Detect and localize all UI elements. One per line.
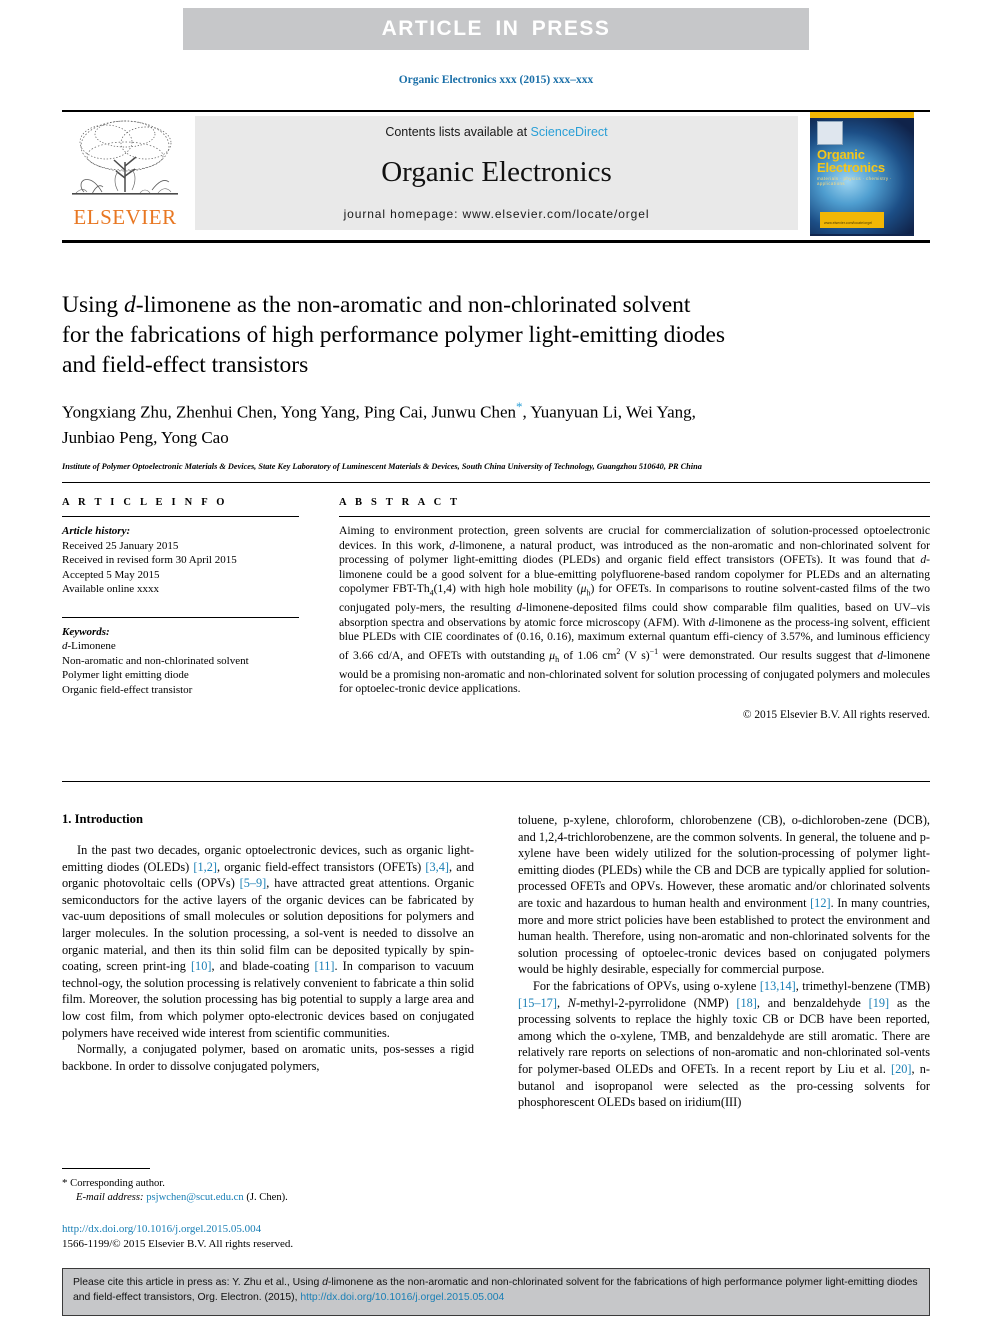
cover-publisher-mark-icon [817, 121, 843, 145]
citation-ref[interactable]: [10] [191, 959, 212, 973]
article-info-heading: A R T I C L E I N F O [62, 497, 228, 508]
article-in-press-label: ARTICLE IN PRESS [381, 17, 611, 40]
intro-paragraph-2: Normally, a conjugated polymer, based on… [62, 1042, 474, 1073]
cover-bottom-box [820, 212, 884, 228]
contents-prefix-text: Contents lists available at [385, 125, 531, 139]
author-affiliation: Institute of Polymer Optoelectronic Mate… [62, 461, 702, 471]
cover-title-line2: Electronics [817, 160, 885, 175]
citation-ref[interactable]: [13,14] [760, 979, 796, 993]
keywords-block: Keywords: d-Limonene Non-aromatic and no… [62, 616, 317, 698]
citation-ref[interactable]: [3,4] [425, 860, 449, 874]
article-info-column: A R T I C L E I N F O Article history: R… [62, 497, 317, 721]
body-two-column-layout: 1. Introduction In the past two decades,… [62, 812, 930, 1111]
abstract-heading: A B S T R A C T [339, 497, 461, 508]
title-line2: for the fabrications of high performance… [62, 322, 726, 348]
abstract-column: A B S T R A C T Aiming to environment pr… [339, 497, 930, 721]
body-column-gap [474, 812, 518, 1111]
section-title-introduction: 1. Introduction [62, 812, 143, 826]
footnote-corresponding-text: Corresponding author. [70, 1178, 165, 1189]
citation-ref[interactable]: [1,2] [193, 860, 217, 874]
masthead-bottom-rule [62, 240, 930, 243]
journal-cover-thumbnail: Organic Electronics materials · physics … [810, 112, 914, 236]
article-history-online: Available online xxxx [62, 583, 159, 595]
body-right-column: toluene, p-xylene, chloroform, chloroben… [518, 812, 930, 1111]
corresponding-author-footnote: * Corresponding author. E-mail address: … [62, 1168, 474, 1205]
keywords-rule [62, 616, 299, 618]
title-block: Using d-limonene as the non-aromatic and… [62, 290, 930, 473]
article-history-received: Received 25 January 2015 [62, 539, 179, 552]
authors-line1: Yongxiang Zhu, Zhenhui Chen, Yong Yang, … [62, 402, 517, 422]
info-abstract-section: A R T I C L E I N F O Article history: R… [62, 482, 930, 721]
info-abstract-bottom-rule [62, 781, 930, 782]
column-gap [317, 497, 339, 721]
citation-ref[interactable]: [18] [736, 996, 757, 1010]
intro-paragraph-4: For the fabrications of OPVs, using o-xy… [518, 978, 930, 1110]
doi-block: http://dx.doi.org/10.1016/j.orgel.2015.0… [62, 1222, 474, 1251]
footnote-corresponding-line: * Corresponding author. [62, 1176, 474, 1191]
article-history-revised: Received in revised form 30 April 2015 [62, 554, 237, 566]
keyword-item: Non-aromatic and non-chlorinated solvent [62, 654, 249, 667]
elsevier-wordmark: ELSEVIER [73, 205, 177, 229]
authors-line1-tail: , Yuanyuan Li, Wei Yang, [522, 402, 696, 422]
citation-ref[interactable]: [5–9] [240, 876, 267, 890]
article-history-label: Article history: [62, 525, 131, 537]
abstract-rule [339, 516, 930, 517]
cover-box-caption: www.elsevier.com/locate/orgel [824, 221, 873, 225]
email-owner-text: (J. Chen). [246, 1192, 288, 1203]
cite-box-text: Please cite this article in press as: Y.… [73, 1277, 918, 1303]
citation-ref[interactable]: [20] [891, 1062, 912, 1076]
keyword-item: d-Limonene [62, 640, 116, 652]
elsevier-logo: ELSEVIER [66, 116, 184, 230]
title-italic-d: d [124, 292, 136, 318]
page-title: Using d-limonene as the non-aromatic and… [62, 290, 930, 380]
keyword-item: Organic field-effect transistor [62, 683, 193, 696]
info-abstract-top-rule [62, 482, 930, 483]
masthead-center-panel: Contents lists available at ScienceDirec… [195, 116, 798, 230]
keywords-label: Keywords: [62, 625, 110, 638]
citation-ref[interactable]: [15–17] [518, 996, 557, 1010]
cover-top-bar [810, 112, 914, 118]
citation-ref[interactable]: [11] [314, 959, 334, 973]
keyword-item: Polymer light emitting diode [62, 669, 189, 681]
article-in-press-banner: ARTICLE IN PRESS [183, 8, 809, 50]
elsevier-tree-icon [72, 120, 178, 195]
cover-journal-title: Organic Electronics [817, 148, 885, 174]
cover-subtitle: materials · physics · chemistry · applic… [817, 176, 892, 186]
masthead-top-rule [62, 110, 930, 112]
citation-ref[interactable]: [19] [869, 996, 890, 1010]
abstract-copyright: © 2015 Elsevier B.V. All rights reserved… [742, 709, 930, 722]
abstract-text: Aiming to environment protection, green … [339, 524, 931, 696]
doi-link[interactable]: http://dx.doi.org/10.1016/j.orgel.2015.0… [62, 1222, 474, 1237]
email-address-label: E-mail address: [76, 1192, 144, 1203]
footnote-star-marker: * [62, 1177, 68, 1189]
title-line3: and field-effect transistors [62, 352, 309, 378]
please-cite-box: Please cite this article in press as: Y.… [62, 1268, 930, 1316]
title-line1-rest: -limonene as the non-aromatic and non-ch… [135, 292, 691, 318]
title-prefix: Using [62, 292, 125, 318]
cite-box-doi-link[interactable]: http://dx.doi.org/10.1016/j.orgel.2015.0… [300, 1292, 504, 1303]
article-history-accepted: Accepted 5 May 2015 [62, 568, 160, 581]
footnote-rule [62, 1168, 150, 1169]
journal-homepage-link[interactable]: journal homepage: www.elsevier.com/locat… [344, 207, 650, 221]
article-info-rule [62, 516, 299, 517]
journal-running-head: Organic Electronics xxx (2015) xxx–xxx [398, 74, 594, 86]
journal-masthead: ELSEVIER Contents lists available at Sci… [62, 110, 930, 243]
footnote-email-line: E-mail address: psjwchen@scut.edu.cn (J.… [62, 1191, 474, 1205]
issn-copyright-line: 1566-1199/© 2015 Elsevier B.V. All right… [62, 1237, 294, 1250]
authors-line2: Junbiao Peng, Yong Cao [62, 427, 229, 447]
author-list: Yongxiang Zhu, Zhenhui Chen, Yong Yang, … [62, 394, 930, 450]
sciencedirect-link[interactable]: ScienceDirect [531, 125, 608, 139]
intro-paragraph-3: toluene, p-xylene, chloroform, chloroben… [518, 813, 930, 977]
email-link[interactable]: psjwchen@scut.edu.cn [146, 1192, 243, 1203]
contents-available-line: Contents lists available at ScienceDirec… [385, 125, 607, 139]
journal-title: Organic Electronics [381, 155, 612, 188]
body-left-column: 1. Introduction In the past two decades,… [62, 812, 474, 1111]
intro-paragraph-1: In the past two decades, organic optoele… [62, 843, 474, 1040]
citation-ref[interactable]: [12] [810, 896, 831, 910]
